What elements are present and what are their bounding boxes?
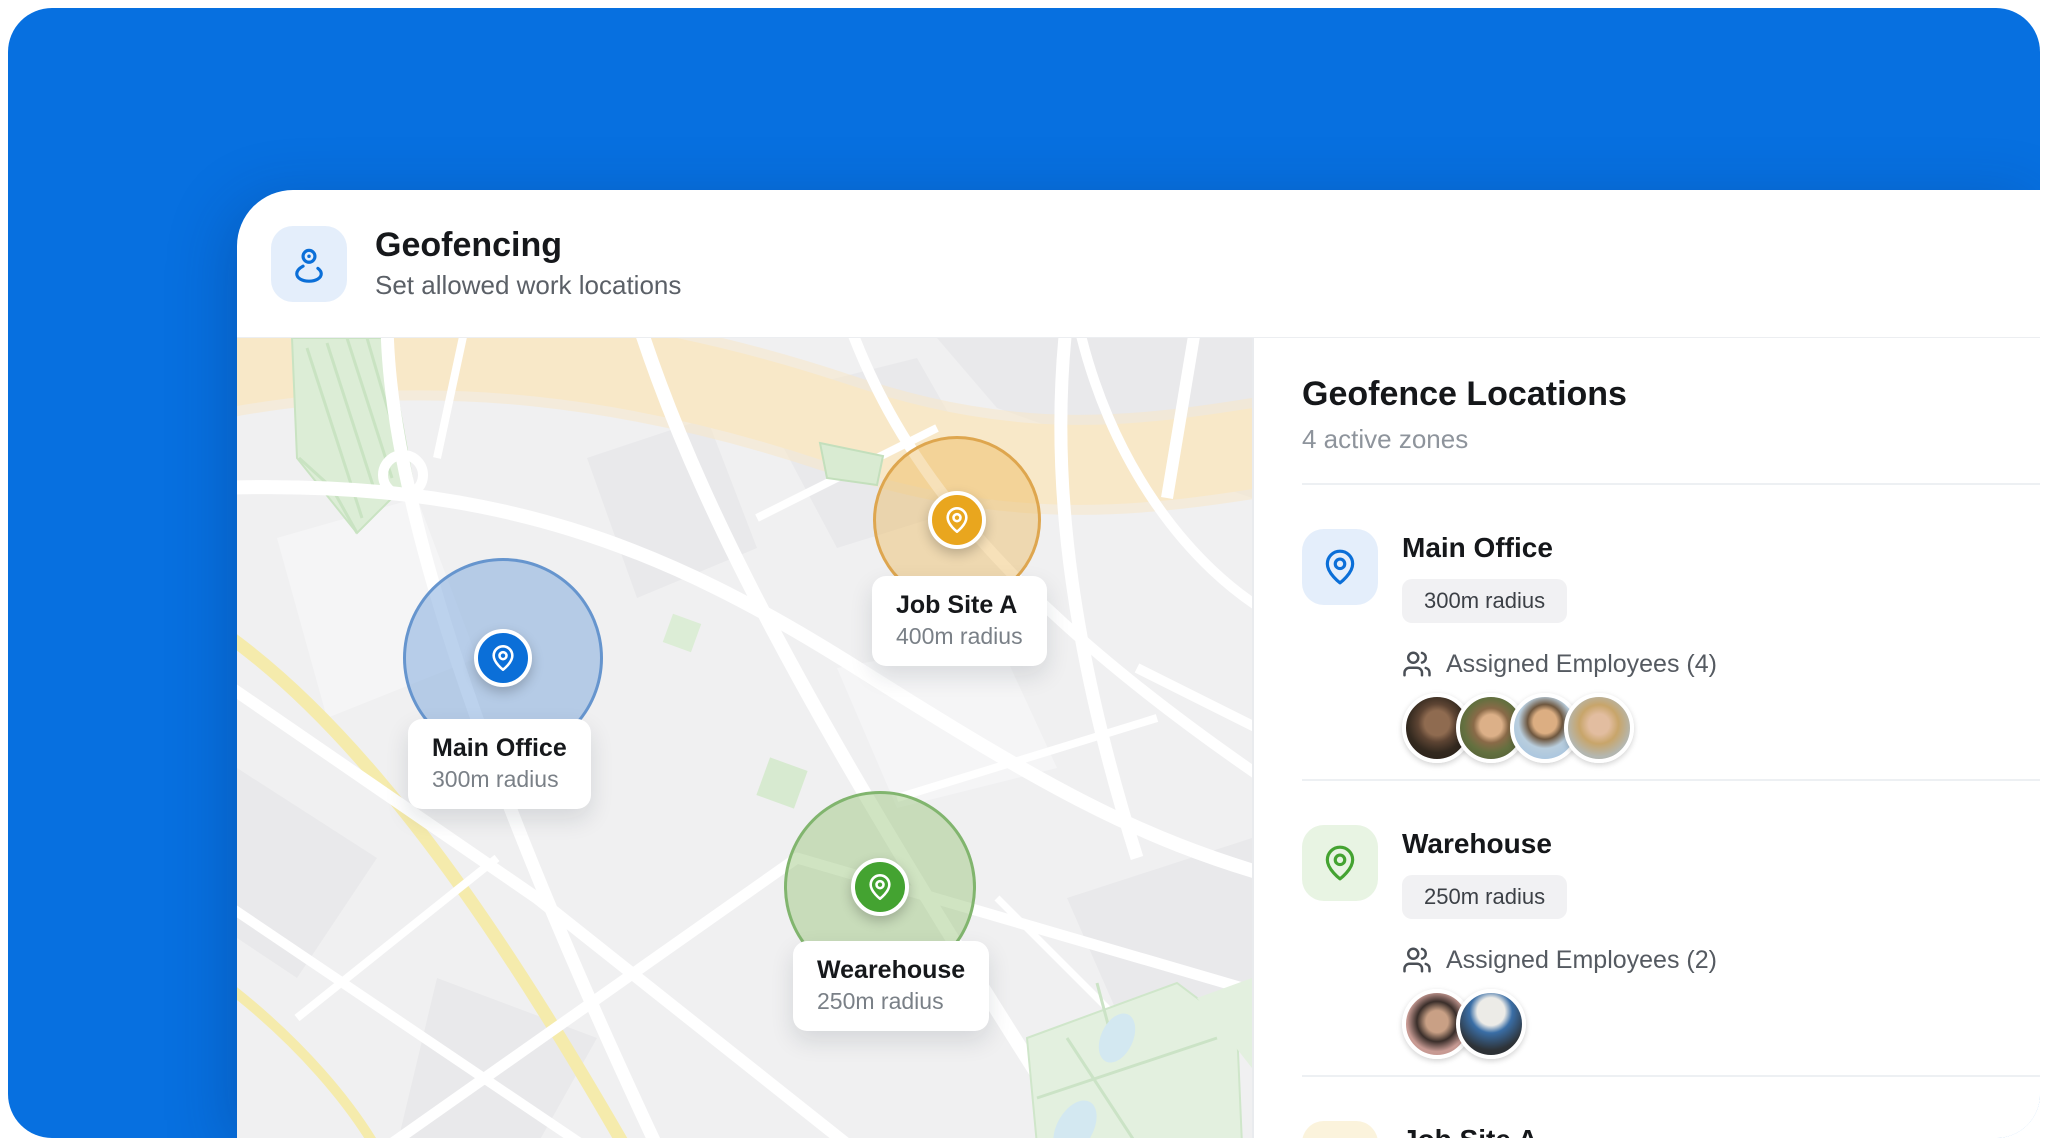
assigned-employees-label: Assigned Employees (2) (1446, 945, 1717, 974)
map-pin-icon (1302, 825, 1378, 901)
panel-header: Geofence Locations 4 active zones (1302, 338, 2040, 485)
geofencing-pin-icon (271, 225, 347, 302)
page-title: Geofencing (375, 226, 563, 264)
location-details: Warehouse 250m radius Assigned Employees… (1402, 825, 1717, 1059)
location-name: Job Site A (1402, 1123, 1538, 1138)
location-name: Main Office (1402, 532, 1553, 563)
zone-marker-pin[interactable] (474, 629, 532, 687)
location-details: Job Site A (1402, 1121, 1538, 1138)
card-header: Geofencing Set allowed work locations (237, 190, 2040, 337)
avatar-group (1402, 989, 1717, 1059)
location-name: Warehouse (1402, 828, 1552, 859)
zone-label-radius: 250m radius (817, 988, 944, 1014)
panel-title: Geofence Locations (1302, 375, 1627, 413)
map-pin-icon (1302, 529, 1378, 605)
zone-label-card: Main Office 300m radius (408, 719, 591, 809)
geofence-locations-panel: Geofence Locations 4 active zones Main O… (1254, 338, 2040, 1138)
assigned-employees-label: Assigned Employees (4) (1446, 649, 1717, 678)
zone-label-card: Job Site A 400m radius (872, 576, 1047, 666)
location-list-item[interactable]: Warehouse 250m radius Assigned Employees… (1302, 781, 2040, 1077)
location-list-item[interactable]: Main Office 300m radius Assigned Employe… (1302, 485, 2040, 781)
employee-avatar (1456, 989, 1526, 1059)
radius-badge: 250m radius (1402, 875, 1568, 919)
zone-marker-pin[interactable] (928, 491, 986, 549)
zone-label-title: Wearehouse (817, 956, 966, 984)
active-zones-count: 4 active zones (1302, 424, 1469, 454)
assigned-employees-row: Assigned Employees (4) (1402, 649, 1717, 679)
users-icon (1402, 945, 1432, 975)
assigned-employees-row: Assigned Employees (2) (1402, 945, 1717, 975)
zone-label-radius: 300m radius (432, 766, 559, 792)
zone-label-radius: 400m radius (896, 623, 1023, 649)
geofencing-card: Geofencing Set allowed work locations Ma… (237, 190, 2040, 1138)
location-list: Main Office 300m radius Assigned Employe… (1302, 485, 2040, 1138)
card-body: Main Office 300m radius Job Site A 400m ra… (237, 337, 2040, 1138)
brand-canvas: Geofencing Set allowed work locations Ma… (8, 8, 2040, 1138)
map-pin-icon (1302, 1121, 1378, 1138)
map-area[interactable]: Main Office 300m radius Job Site A 400m ra… (237, 338, 1254, 1138)
location-details: Main Office 300m radius Assigned Employe… (1402, 529, 1717, 763)
page-subtitle: Set allowed work locations (375, 270, 682, 300)
zone-label-title: Job Site A (896, 591, 1018, 619)
radius-badge: 300m radius (1402, 579, 1568, 623)
avatar-group (1402, 693, 1717, 763)
users-icon (1402, 649, 1432, 679)
map-tiles (237, 338, 1252, 1138)
header-text: Geofencing Set allowed work locations (375, 226, 681, 301)
location-list-item[interactable]: Job Site A (1302, 1077, 2040, 1138)
zone-label-card: Wearehouse 250m radius (793, 941, 990, 1031)
zone-marker-pin[interactable] (851, 858, 909, 916)
employee-avatar (1564, 693, 1634, 763)
zone-label-title: Main Office (432, 734, 567, 762)
